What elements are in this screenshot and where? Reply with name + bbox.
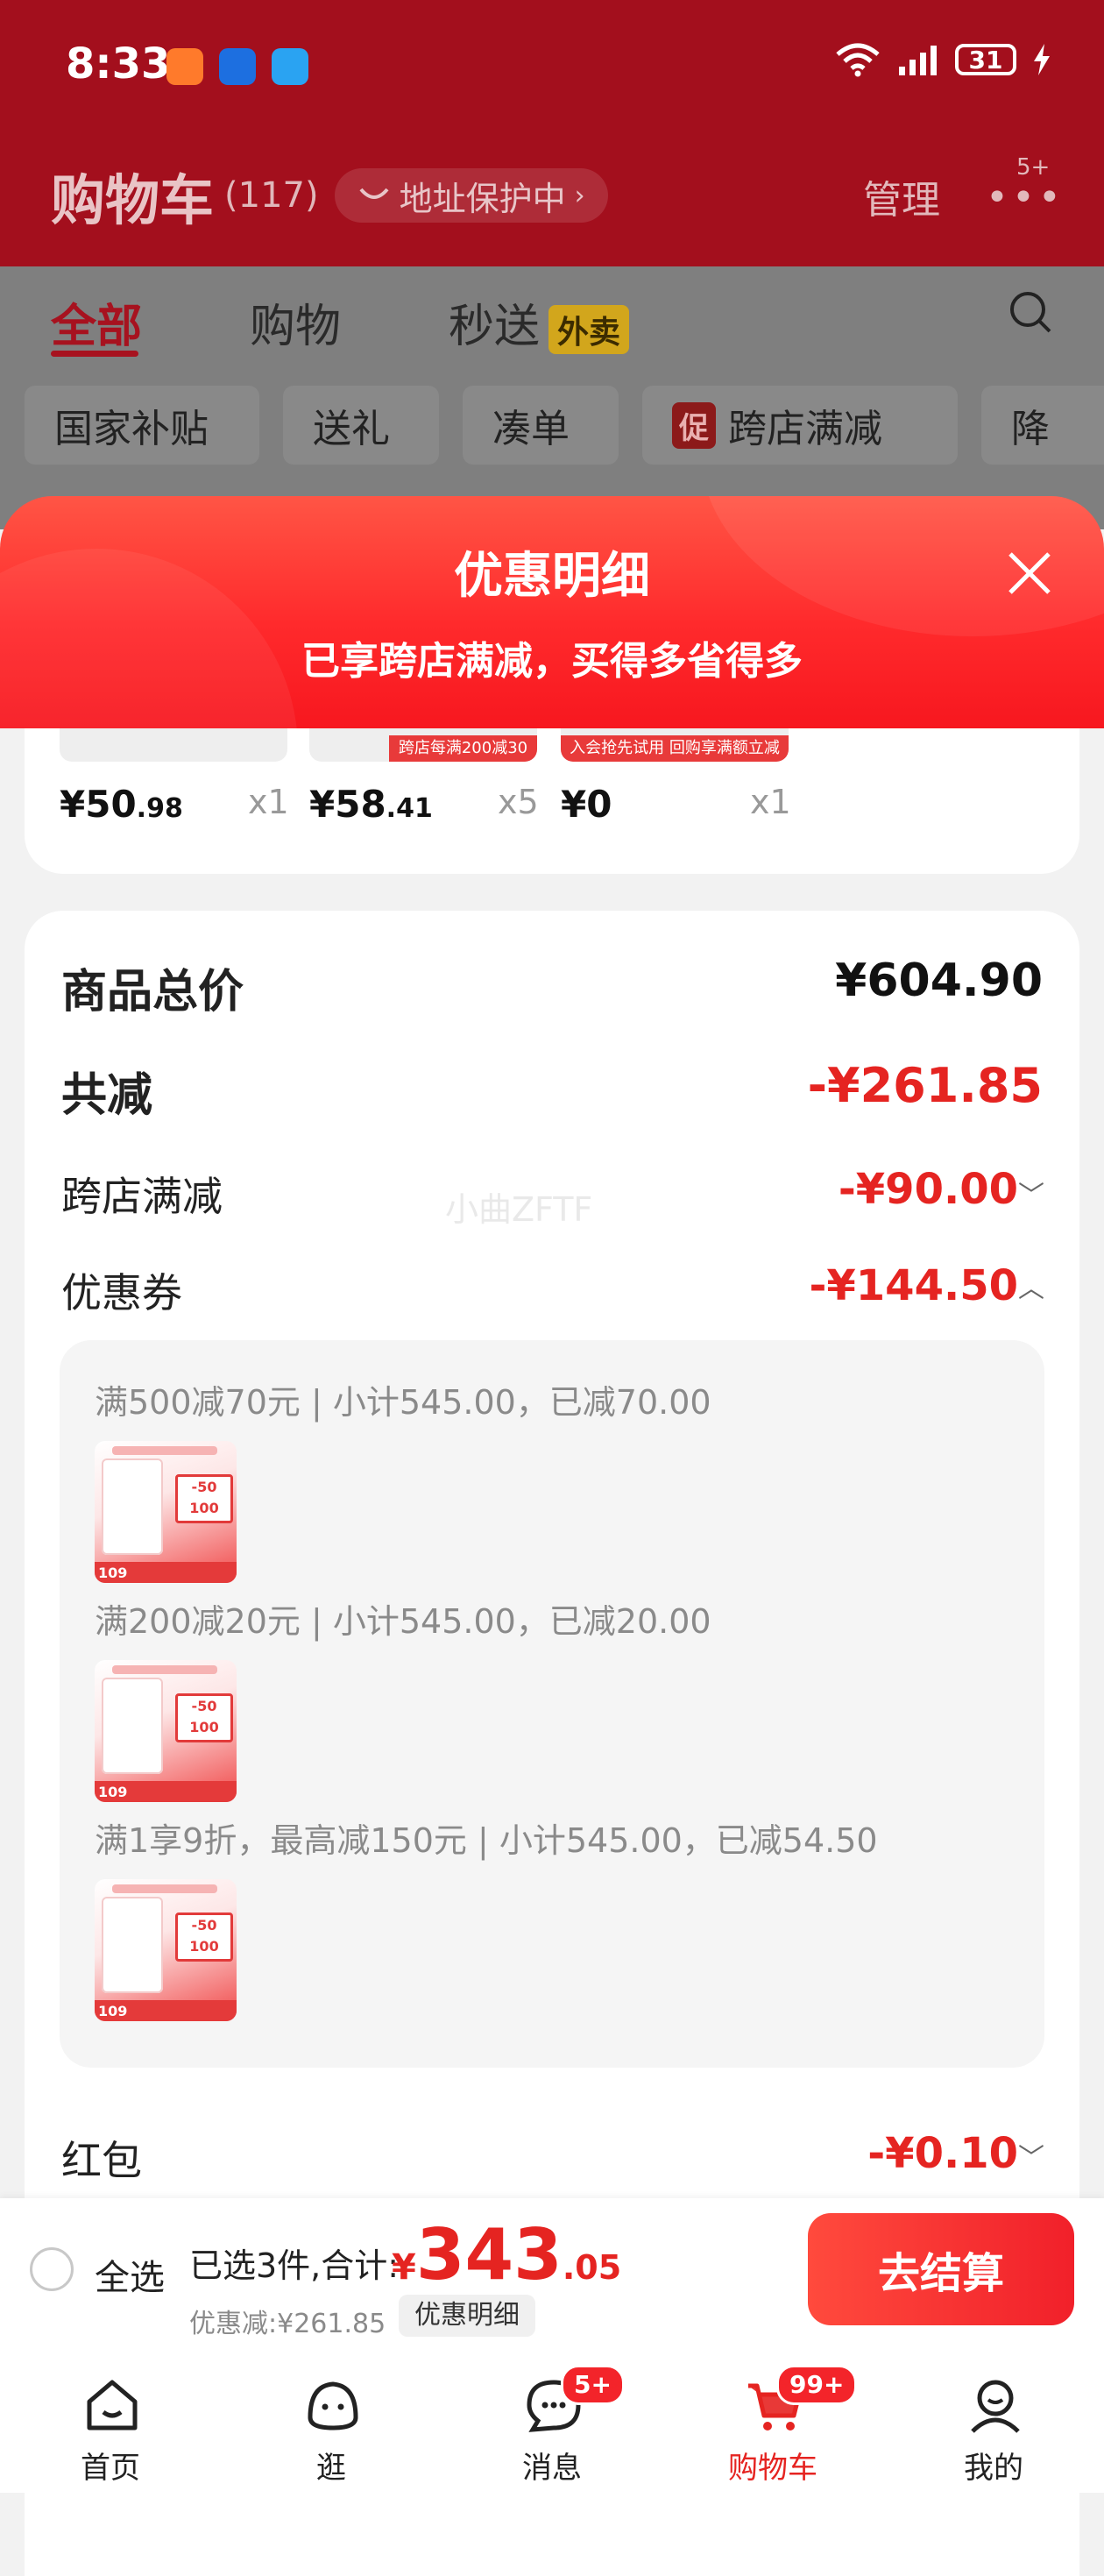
browse-icon: [308, 2381, 358, 2431]
cross-store-discount-label: 跨店满减: [61, 1173, 223, 1220]
nav-label: 消息: [522, 2451, 582, 2486]
chevron-down-icon[interactable]: ﹀: [1018, 1174, 1044, 1212]
close-icon[interactable]: [1003, 547, 1056, 600]
coupon-rule: 满500减70元 | 小计545.00，已减70.00: [95, 1383, 711, 1422]
product-price: ¥50.98: [60, 783, 183, 826]
coupon-rule: 满1享9折，最高减150元 | 小计545.00，已减54.50: [95, 1821, 878, 1860]
coupon-detail-box: 满500减70元 | 小计545.00，已减70.00 -50 100 109 …: [60, 1340, 1044, 2068]
red-packet-label: 红包: [61, 2137, 142, 2184]
product-image[interactable]: -50 100 109: [95, 1879, 237, 2021]
coupon-label: 优惠券: [61, 1269, 182, 1316]
chip-cross-store-discount[interactable]: 促 跨店满减: [642, 386, 958, 465]
active-tab-indicator: [51, 351, 138, 357]
chip-price-drop[interactable]: 降: [981, 386, 1104, 465]
address-protection-pill[interactable]: 地址保护中 ›: [334, 168, 608, 223]
manage-button[interactable]: 管理: [863, 168, 940, 224]
nav-browse[interactable]: 逛: [221, 2347, 442, 2493]
tab-express-label: 秒送: [449, 301, 541, 353]
thumbnail-promo-strip: 跨店每满200减30: [389, 735, 537, 762]
product-image[interactable]: -50 100 109: [95, 1660, 237, 1802]
home-icon: [87, 2380, 138, 2431]
nav-label: 首页: [81, 2451, 140, 2486]
sheet-title: 优惠明细: [454, 548, 650, 605]
saved-amount: 优惠减:¥261.85: [189, 2309, 386, 2339]
chip-gift[interactable]: 送礼: [283, 386, 439, 465]
product-quantity: x1: [248, 783, 289, 821]
status-bar: 8:33 31: [0, 0, 1104, 131]
product-price: ¥0: [561, 783, 612, 826]
battery-indicator: 31: [955, 44, 1016, 75]
nav-home[interactable]: 首页: [0, 2347, 221, 2493]
nav-profile[interactable]: 我的: [883, 2347, 1104, 2493]
more-badge: 5+: [1016, 154, 1051, 181]
product-image[interactable]: -50 100 109: [95, 1441, 237, 1583]
product-quantity: x1: [750, 783, 791, 821]
chip-national-subsidy[interactable]: 国家补贴: [25, 386, 259, 465]
cross-store-discount-value[interactable]: -¥90.00: [839, 1165, 1018, 1214]
shield-smile-icon: [359, 188, 389, 199]
chevron-up-icon[interactable]: ︿: [1018, 1267, 1044, 1305]
total-price-value: ¥604.90: [835, 954, 1043, 1007]
status-right: 31: [834, 42, 1051, 77]
charging-icon: [1034, 44, 1050, 75]
nav-label: 逛: [316, 2451, 346, 2486]
product-thumbnail[interactable]: 跨店每满200减30: [309, 728, 537, 762]
watermark: 小曲ZFTF: [445, 1190, 593, 1229]
total-amount: ¥343.05: [392, 2214, 622, 2296]
tab-shopping[interactable]: 购物: [250, 289, 341, 355]
chip-cross-store-label: 跨店满减: [728, 407, 882, 451]
chevron-down-icon[interactable]: ﹀: [1018, 2136, 1044, 2175]
product-thumbnail[interactable]: [60, 728, 287, 762]
message-badge: 5+: [561, 2365, 625, 2405]
discount-detail-button[interactable]: 优惠明细: [399, 2295, 535, 2337]
thumbnail-promo-strip: 入会抢先试用 回购享满额立减: [561, 735, 789, 762]
page-title: 购物车: [51, 168, 215, 232]
status-time: 8:33: [66, 39, 171, 89]
red-packet-value[interactable]: -¥0.10: [867, 2129, 1018, 2178]
chip-add-on[interactable]: 凑单: [463, 386, 619, 465]
selected-products-card: 跨店每满200减30 入会抢先试用 回购享满额立减 ¥50.98 x1 ¥58.…: [25, 728, 1079, 874]
total-discount-value: -¥261.85: [807, 1058, 1043, 1113]
total-discount-label: 共减: [61, 1069, 153, 1122]
product-quantity: x5: [498, 783, 539, 821]
checkout-button[interactable]: 去结算: [808, 2213, 1074, 2325]
coupon-rule: 满200减20元 | 小计545.00，已减20.00: [95, 1602, 711, 1641]
wifi-icon: [836, 43, 880, 77]
coupon-value[interactable]: -¥144.50: [809, 1261, 1018, 1310]
select-all-checkbox[interactable]: [30, 2247, 74, 2291]
signal-icon: [899, 46, 937, 75]
total-price-label: 商品总价: [61, 966, 244, 1018]
product-price: ¥58.41: [309, 783, 433, 826]
nav-cart[interactable]: 99+ 购物车: [662, 2347, 883, 2493]
sheet-subtitle: 已享跨店满减，买得多省得多: [301, 639, 803, 684]
tab-all[interactable]: 全部: [51, 289, 142, 355]
more-menu-icon[interactable]: •••: [986, 175, 1065, 220]
cart-badge: 99+: [776, 2365, 858, 2405]
search-app-icon: [272, 48, 308, 85]
nav-label: 购物车: [728, 2451, 817, 2486]
promo-sheet-header: 优惠明细 已享跨店满减，买得多省得多: [0, 496, 1104, 728]
nav-messages[interactable]: 5+ 消息: [442, 2347, 662, 2493]
nav-label: 我的: [964, 2451, 1023, 2486]
cart-title-row: 购物车 (117) 地址保护中 ›: [51, 156, 608, 235]
app-notification-icon: [219, 48, 256, 85]
bottom-nav: 首页 逛 5+ 消息 99+ 购物车 我的: [0, 2347, 1104, 2493]
promo-tag: 促: [672, 401, 716, 449]
taobao-app-icon: [166, 48, 203, 85]
search-icon[interactable]: [1008, 289, 1053, 335]
tab-express[interactable]: 秒送 外卖: [449, 289, 630, 355]
selected-info: 已选3件,合计:: [189, 2246, 400, 2285]
cart-count: (117): [224, 175, 319, 216]
product-thumbnail[interactable]: 入会抢先试用 回购享满额立减: [561, 728, 789, 762]
select-all-label[interactable]: 全选: [95, 2249, 165, 2300]
takeout-tag: 外卖: [548, 305, 630, 354]
chevron-right-icon: ›: [574, 180, 585, 211]
checkout-bar: 全选 已选3件,合计: ¥343.05 优惠减:¥261.85 优惠明细 去结算: [0, 2198, 1104, 2347]
address-protection-label: 地址保护中: [399, 179, 566, 218]
profile-icon: [971, 2380, 1020, 2433]
